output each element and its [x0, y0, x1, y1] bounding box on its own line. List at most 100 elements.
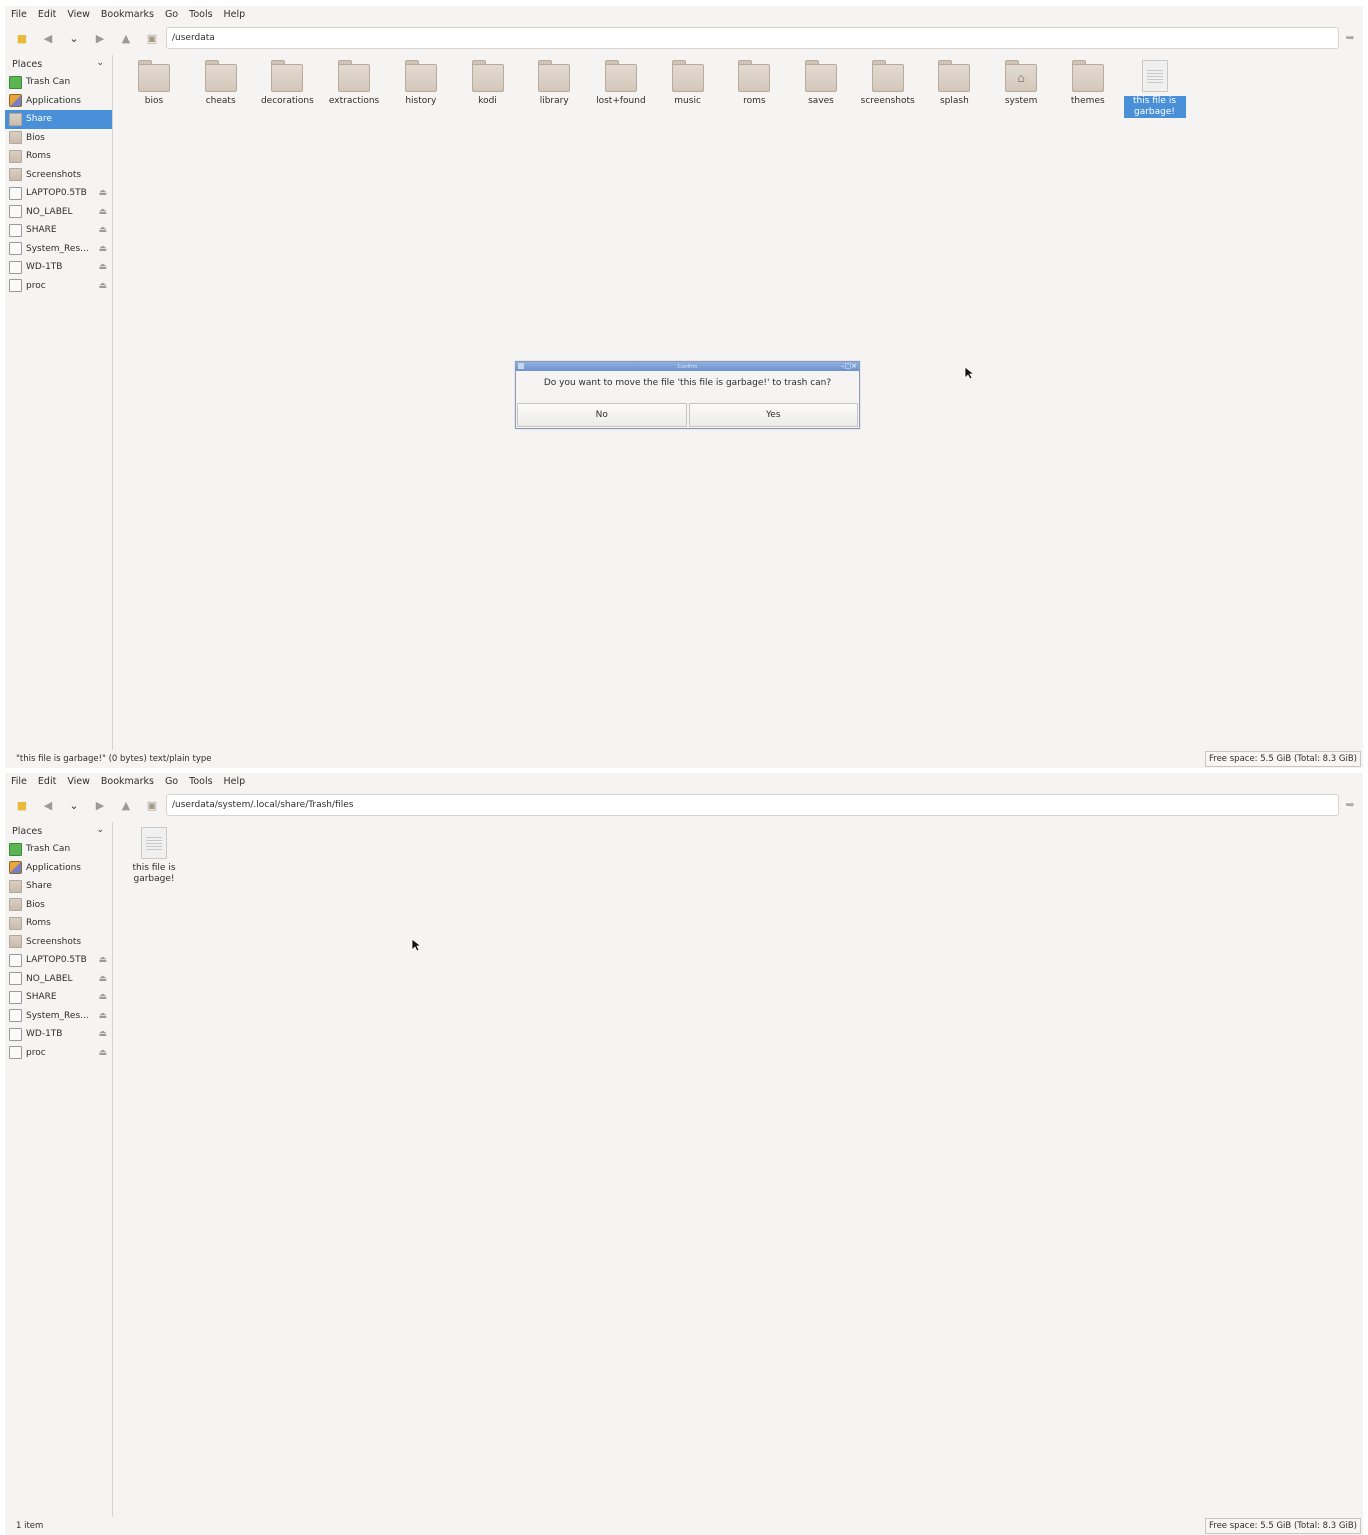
menu-tools[interactable]: Tools: [189, 776, 212, 787]
window-controls-icon[interactable]: –□×: [841, 362, 857, 370]
sidebar-item-trash-can[interactable]: Trash Can: [5, 73, 112, 92]
up-icon[interactable]: ▲: [119, 798, 133, 812]
menu-edit[interactable]: Edit: [38, 9, 56, 20]
dialog-titlebar[interactable]: Confirm –□×: [516, 362, 859, 371]
folder-item[interactable]: themes: [1055, 58, 1121, 107]
sidebar-item-screenshots[interactable]: Screenshots: [5, 933, 112, 952]
sidebar-item-no-label[interactable]: NO_LABEL ⏏: [5, 970, 112, 989]
history-dropdown-icon[interactable]: ⌄: [67, 31, 81, 45]
sidebar-item-system-res[interactable]: System_Res... ⏏: [5, 1007, 112, 1026]
file-item[interactable]: this file is garbage!: [1122, 58, 1188, 118]
sidebar-item-roms[interactable]: Roms: [5, 914, 112, 933]
eject-icon[interactable]: ⏏: [98, 225, 107, 235]
eject-icon[interactable]: ⏏: [98, 188, 107, 198]
menu-file[interactable]: File: [11, 776, 27, 787]
sidebar-item-share[interactable]: SHARE ⏏: [5, 221, 112, 240]
folder-item[interactable]: screenshots: [855, 58, 921, 107]
eject-icon[interactable]: ⏏: [98, 1029, 107, 1039]
sidebar-item-bios[interactable]: Bios: [5, 896, 112, 915]
home-icon[interactable]: ▣: [145, 31, 159, 45]
go-icon[interactable]: ➥: [1344, 31, 1356, 44]
sidebar-item-no-label[interactable]: NO_LABEL ⏏: [5, 203, 112, 222]
home-icon[interactable]: ▣: [145, 798, 159, 812]
menu-view[interactable]: View: [67, 9, 90, 20]
chevron-down-icon[interactable]: ⌄: [96, 58, 104, 68]
no-button[interactable]: No: [517, 403, 687, 427]
go-icon[interactable]: ➥: [1344, 798, 1356, 811]
window-icon: [518, 363, 524, 369]
eject-icon[interactable]: ⏏: [98, 244, 107, 254]
menu-bookmarks[interactable]: Bookmarks: [101, 776, 154, 787]
sidebar-item-laptop0-5tb[interactable]: LAPTOP0.5TB ⏏: [5, 184, 112, 203]
sidebar-item-applications[interactable]: Applications: [5, 92, 112, 111]
menu-help[interactable]: Help: [224, 776, 246, 787]
folder-item[interactable]: lost+found: [588, 58, 654, 107]
sidebar-item-bios[interactable]: Bios: [5, 129, 112, 148]
new-tab-icon[interactable]: ■: [15, 31, 29, 45]
file-view[interactable]: this file is garbage!: [117, 822, 1363, 1517]
up-icon[interactable]: ▲: [119, 31, 133, 45]
back-icon[interactable]: ◀: [41, 798, 55, 812]
menu-edit[interactable]: Edit: [38, 776, 56, 787]
sidebar-item-share[interactable]: Share: [5, 110, 112, 129]
sidebar-item-wd-1tb[interactable]: WD-1TB ⏏: [5, 1025, 112, 1044]
item-label: cheats: [205, 96, 236, 106]
folder-item[interactable]: kodi: [455, 58, 521, 107]
folder-item[interactable]: ⌂ system: [988, 58, 1054, 107]
folder-item[interactable]: extractions: [321, 58, 387, 107]
folder-item[interactable]: bios: [121, 58, 187, 107]
chevron-down-icon[interactable]: ⌄: [96, 825, 104, 835]
location-bar[interactable]: /userdata: [166, 27, 1339, 49]
sidebar-item-wd-1tb[interactable]: WD-1TB ⏏: [5, 258, 112, 277]
sidebar-item-proc[interactable]: proc ⏏: [5, 277, 112, 296]
menu-help[interactable]: Help: [224, 9, 246, 20]
folder-item[interactable]: roms: [721, 58, 787, 107]
sidebar-item-trash-can[interactable]: Trash Can: [5, 840, 112, 859]
back-icon[interactable]: ◀: [41, 31, 55, 45]
menu-view[interactable]: View: [67, 776, 90, 787]
history-dropdown-icon[interactable]: ⌄: [67, 798, 81, 812]
folder-item[interactable]: music: [655, 58, 721, 107]
location-bar[interactable]: /userdata/system/.local/share/Trash/file…: [166, 794, 1339, 816]
eject-icon[interactable]: ⏏: [98, 281, 107, 291]
sidebar-item-proc[interactable]: proc ⏏: [5, 1044, 112, 1063]
new-tab-icon[interactable]: ■: [15, 798, 29, 812]
yes-button[interactable]: Yes: [688, 403, 858, 427]
eject-icon[interactable]: ⏏: [98, 992, 107, 1002]
sidebar-item-share[interactable]: Share: [5, 877, 112, 896]
sidebar-item-label: NO_LABEL: [26, 206, 73, 217]
menu-go[interactable]: Go: [165, 9, 178, 20]
sidebar-item-screenshots[interactable]: Screenshots: [5, 166, 112, 185]
folder-item[interactable]: decorations: [254, 58, 320, 107]
sidebar-item-share[interactable]: SHARE ⏏: [5, 988, 112, 1007]
menu-bookmarks[interactable]: Bookmarks: [101, 9, 154, 20]
sidebar-item-laptop0-5tb[interactable]: LAPTOP0.5TB ⏏: [5, 951, 112, 970]
forward-icon[interactable]: ▶: [93, 798, 107, 812]
sidebar-item-label: Trash Can: [26, 77, 71, 88]
folder-item[interactable]: history: [388, 58, 454, 107]
folder-item[interactable]: splash: [921, 58, 987, 107]
forward-icon[interactable]: ▶: [93, 31, 107, 45]
item-label: bios: [144, 96, 164, 106]
folder-item[interactable]: cheats: [188, 58, 254, 107]
folder-icon: [805, 60, 837, 92]
places-header[interactable]: Places ⌄: [5, 822, 112, 840]
eject-icon[interactable]: ⏏: [98, 1011, 107, 1021]
menu-tools[interactable]: Tools: [189, 9, 212, 20]
sidebar-item-applications[interactable]: Applications: [5, 859, 112, 878]
menu-file[interactable]: File: [11, 9, 27, 20]
folder-item[interactable]: saves: [788, 58, 854, 107]
places-header[interactable]: Places ⌄: [5, 55, 112, 73]
eject-icon[interactable]: ⏏: [98, 262, 107, 272]
sidebar-item-system-res[interactable]: System_Res... ⏏: [5, 240, 112, 259]
sidebar-item-roms[interactable]: Roms: [5, 147, 112, 166]
eject-icon[interactable]: ⏏: [98, 207, 107, 217]
eject-icon[interactable]: ⏏: [98, 974, 107, 984]
eject-icon[interactable]: ⏏: [98, 1048, 107, 1058]
folder-item[interactable]: library: [521, 58, 587, 107]
menu-go[interactable]: Go: [165, 776, 178, 787]
item-label: this file is garbage!: [132, 863, 176, 884]
eject-icon[interactable]: ⏏: [98, 955, 107, 965]
file-item[interactable]: this file is garbage!: [121, 825, 187, 885]
sidebar-item-label: System_Res...: [26, 1010, 89, 1021]
